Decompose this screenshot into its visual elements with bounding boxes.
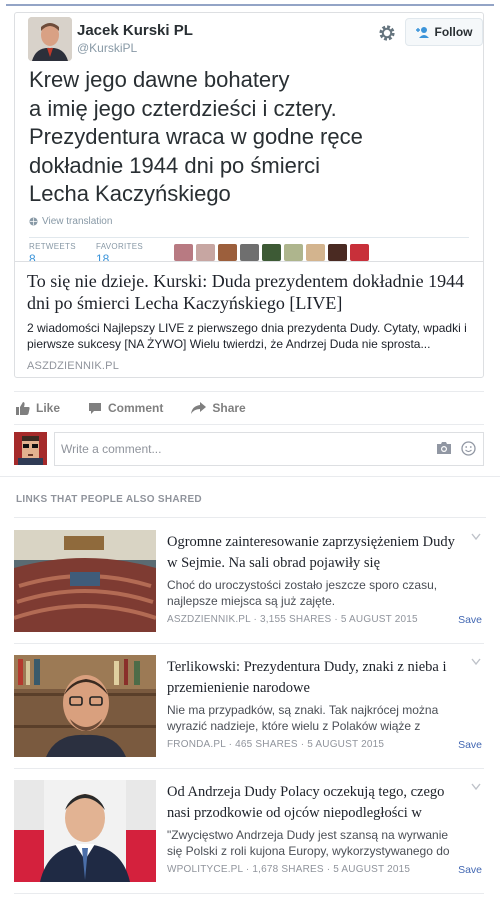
retweets-label: RETWEETS	[29, 242, 76, 251]
favoriter-avatar[interactable]	[240, 244, 259, 261]
emoji-icon[interactable]	[461, 441, 476, 456]
save-link[interactable]: Save	[458, 739, 482, 751]
chevron-down-icon[interactable]	[471, 783, 481, 791]
save-link[interactable]: Save	[458, 864, 482, 876]
globe-icon	[29, 217, 38, 226]
like-button[interactable]: Like	[16, 401, 60, 415]
add-user-icon	[415, 27, 429, 38]
tweet-divider	[29, 237, 469, 238]
favoriter-avatar[interactable]	[262, 244, 281, 261]
related-thumbnail[interactable]	[14, 780, 156, 882]
related-thumbnail[interactable]	[14, 655, 156, 757]
top-border	[6, 4, 494, 6]
link-preview[interactable]: To się nie dzieje. Kurski: Duda prezyden…	[15, 261, 483, 377]
camera-icon[interactable]	[436, 441, 452, 455]
related-link-item[interactable]: Od Andrzeja Dudy Polacy oczekują tego, c…	[14, 780, 484, 890]
favoriters-avatars	[174, 244, 369, 261]
author-avatar[interactable]	[28, 17, 72, 61]
section-divider	[0, 476, 500, 477]
view-translation-label: View translation	[42, 216, 113, 227]
related-title[interactable]: Od Andrzeja Dudy Polacy oczekują tego, c…	[167, 782, 457, 824]
follow-button[interactable]: Follow	[405, 18, 483, 46]
favoriter-avatar[interactable]	[174, 244, 193, 261]
favorites-label: FAVORITES	[96, 242, 144, 251]
author-name[interactable]: Jacek Kurski PL	[77, 22, 193, 39]
shared-tweet-card[interactable]: Jacek Kurski PL @KurskiPL Follow Krew je…	[14, 12, 484, 378]
related-title[interactable]: Ogromne zainteresowanie zaprzysiężeniem …	[167, 532, 457, 574]
current-user-avatar[interactable]	[14, 432, 47, 465]
related-meta: ASZDZIENNIK.PL · 3,155 SHARES · 5 AUGUST…	[167, 614, 418, 625]
author-handle[interactable]: @KurskiPL	[77, 41, 137, 55]
like-label: Like	[36, 401, 61, 415]
save-link[interactable]: Save	[458, 614, 482, 626]
speech-bubble-icon	[89, 402, 102, 414]
comment-composer: Write a comment...	[14, 432, 484, 466]
share-label: Share	[212, 401, 246, 415]
related-description: Nie ma przypadków, są znaki. Tak najkróc…	[167, 703, 439, 733]
view-translation-link[interactable]: View translation	[29, 216, 112, 227]
comment-button[interactable]: Comment	[88, 401, 163, 415]
related-link-item[interactable]: Terlikowski: Prezydentura Dudy, znaki z …	[14, 655, 484, 765]
related-thumbnail[interactable]	[14, 530, 156, 632]
favorites-count[interactable]: 18	[96, 252, 109, 261]
tweet-text: Krew jego dawne bohatery a imię jego czt…	[29, 67, 363, 206]
embedded-tweet: Jacek Kurski PL @KurskiPL Follow Krew je…	[15, 13, 483, 261]
related-title[interactable]: Terlikowski: Prezydentura Dudy, znaki z …	[167, 657, 457, 699]
chevron-down-icon[interactable]	[471, 533, 481, 541]
related-meta: WPOLITYCE.PL · 1,678 SHARES · 5 AUGUST 2…	[167, 864, 411, 875]
related-links-heading: LINKS THAT PEOPLE ALSO SHARED	[16, 494, 202, 505]
link-title[interactable]: To się nie dzieje. Kurski: Duda prezyden…	[27, 270, 471, 314]
comment-label: Comment	[108, 401, 164, 415]
related-meta: FRONDA.PL · 465 SHARES · 5 AUGUST 2015	[167, 739, 385, 750]
post-actions-bar: Like Comment Share	[14, 391, 484, 425]
item-divider	[14, 768, 484, 769]
share-button[interactable]: Share	[191, 401, 246, 415]
link-description: 2 wiadomości Najlepszy LIVE z pierwszego…	[27, 321, 467, 351]
favoriter-avatar[interactable]	[218, 244, 237, 261]
item-divider	[14, 643, 484, 644]
related-divider	[14, 517, 486, 518]
related-description: "Zwycięstwo Andrzeja Dudy jest szansą na…	[167, 828, 450, 858]
thumbs-up-icon	[16, 401, 30, 415]
favoriter-avatar[interactable]	[284, 244, 303, 261]
related-link-item[interactable]: Ogromne zainteresowanie zaprzysiężeniem …	[14, 530, 484, 640]
retweets-count[interactable]: 8	[29, 252, 36, 261]
share-arrow-icon	[191, 402, 207, 414]
link-domain: ASZDZIENNIK.PL	[27, 360, 120, 372]
chevron-down-icon[interactable]	[471, 658, 481, 666]
related-description: Choć do uroczystości zostało jeszcze spo…	[167, 578, 438, 608]
follow-label: Follow	[434, 25, 473, 39]
favoriter-avatar[interactable]	[328, 244, 347, 261]
item-divider	[14, 893, 484, 894]
comment-input[interactable]: Write a comment...	[54, 432, 484, 466]
gear-icon[interactable]	[377, 23, 397, 43]
favoriter-avatar[interactable]	[306, 244, 325, 261]
favoriter-avatar[interactable]	[350, 244, 369, 261]
favoriter-avatar[interactable]	[196, 244, 215, 261]
